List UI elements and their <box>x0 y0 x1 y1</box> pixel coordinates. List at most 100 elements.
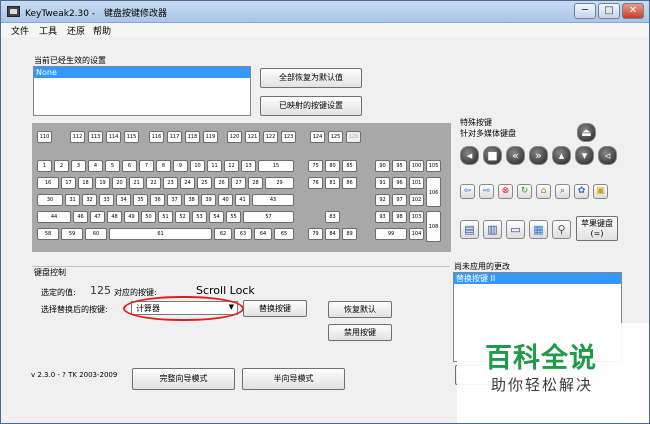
key-114[interactable]: 114 <box>106 131 121 143</box>
mute-icon[interactable]: ◃ <box>598 146 617 165</box>
key-20[interactable]: 20 <box>112 177 127 189</box>
full-wizard-button[interactable]: 完整向导模式 <box>132 368 235 390</box>
key-38[interactable]: 38 <box>184 194 199 206</box>
key-126[interactable]: 126 <box>346 131 361 143</box>
key-60[interactable]: 60 <box>85 228 107 240</box>
calculator-icon[interactable]: ▦ <box>529 220 548 239</box>
key-33[interactable]: 33 <box>99 194 114 206</box>
media-player-icon[interactable]: ▥ <box>483 220 502 239</box>
key-40[interactable]: 40 <box>218 194 233 206</box>
key-9[interactable]: 9 <box>173 160 188 172</box>
key-80[interactable]: 80 <box>325 160 340 172</box>
key-25[interactable]: 25 <box>197 177 212 189</box>
menu-help[interactable]: 帮助 <box>93 24 111 37</box>
key-55[interactable]: 55 <box>226 211 241 223</box>
key-91[interactable]: 91 <box>375 177 390 189</box>
key-93[interactable]: 93 <box>375 211 390 223</box>
key-121[interactable]: 121 <box>245 131 260 143</box>
key-99[interactable]: 99 <box>375 228 407 240</box>
my-computer-icon[interactable]: ▭ <box>506 220 525 239</box>
key-37[interactable]: 37 <box>167 194 182 206</box>
key-52[interactable]: 52 <box>175 211 190 223</box>
key-85[interactable]: 85 <box>342 160 357 172</box>
key-44[interactable]: 44 <box>37 211 71 223</box>
key-79[interactable]: 79 <box>308 228 323 240</box>
media-stop-icon[interactable]: ■ <box>483 146 502 165</box>
volume-up-icon[interactable]: ▴ <box>552 146 571 165</box>
restore-default-button[interactable]: 恢复默认 <box>328 301 392 318</box>
key-112[interactable]: 112 <box>70 131 85 143</box>
key-39[interactable]: 39 <box>201 194 216 206</box>
key-18[interactable]: 18 <box>78 177 93 189</box>
key-6[interactable]: 6 <box>122 160 137 172</box>
media-forward-icon[interactable]: » <box>529 146 548 165</box>
key-61[interactable]: 61 <box>109 228 212 240</box>
key-102[interactable]: 102 <box>409 194 424 206</box>
key-30[interactable]: 30 <box>37 194 63 206</box>
favorites-icon[interactable]: ✿ <box>574 184 589 199</box>
half-wizard-button[interactable]: 半向导模式 <box>242 368 345 390</box>
key-27[interactable]: 27 <box>231 177 246 189</box>
refresh-icon[interactable]: ↻ <box>517 184 532 199</box>
key-16[interactable]: 16 <box>37 177 59 189</box>
magnifier-icon[interactable]: ⚲ <box>552 220 571 239</box>
key-98[interactable]: 98 <box>392 211 407 223</box>
key-65[interactable]: 65 <box>274 228 294 240</box>
key-89[interactable]: 89 <box>342 228 357 240</box>
key-64[interactable]: 64 <box>254 228 272 240</box>
stop-icon[interactable]: ⊗ <box>498 184 513 199</box>
key-23[interactable]: 23 <box>163 177 178 189</box>
key-24[interactable]: 24 <box>180 177 195 189</box>
key-86[interactable]: 86 <box>342 177 357 189</box>
media-prev-icon[interactable]: ◂ <box>460 146 479 165</box>
key-8[interactable]: 8 <box>156 160 171 172</box>
key-15[interactable]: 15 <box>258 160 294 172</box>
key-22[interactable]: 22 <box>146 177 161 189</box>
list-item[interactable]: None <box>34 67 250 78</box>
key-11[interactable]: 11 <box>207 160 222 172</box>
current-settings-list[interactable]: None <box>33 66 251 116</box>
key-21[interactable]: 21 <box>129 177 144 189</box>
key-7[interactable]: 7 <box>139 160 154 172</box>
key-103[interactable]: 103 <box>409 211 424 223</box>
key-31[interactable]: 31 <box>65 194 80 206</box>
key-35[interactable]: 35 <box>133 194 148 206</box>
eject-icon[interactable]: ⏏ <box>577 123 596 142</box>
key-97[interactable]: 97 <box>392 194 407 206</box>
key-5[interactable]: 5 <box>105 160 120 172</box>
key-75[interactable]: 75 <box>308 160 323 172</box>
key-122[interactable]: 122 <box>263 131 278 143</box>
mapped-keys-button[interactable]: 已映射的按键设置 <box>260 96 362 116</box>
key-108[interactable]: 108 <box>426 211 441 242</box>
volume-down-icon[interactable]: ▾ <box>575 146 594 165</box>
key-51[interactable]: 51 <box>158 211 173 223</box>
key-1[interactable]: 1 <box>37 160 52 172</box>
restore-all-button[interactable]: 全部恢复为默认值 <box>260 68 362 88</box>
key-48[interactable]: 48 <box>107 211 122 223</box>
key-43[interactable]: 43 <box>252 194 294 206</box>
key-125[interactable]: 125 <box>328 131 343 143</box>
key-95[interactable]: 95 <box>392 160 407 172</box>
key-115[interactable]: 115 <box>124 131 139 143</box>
key-53[interactable]: 53 <box>192 211 207 223</box>
key-19[interactable]: 19 <box>95 177 110 189</box>
key-117[interactable]: 117 <box>167 131 182 143</box>
key-54[interactable]: 54 <box>209 211 224 223</box>
back-arrow-icon[interactable]: ⇦ <box>460 184 475 199</box>
home-icon[interactable]: ⌂ <box>536 184 551 199</box>
key-3[interactable]: 3 <box>71 160 86 172</box>
key-17[interactable]: 17 <box>61 177 76 189</box>
key-41[interactable]: 41 <box>235 194 250 206</box>
key-116[interactable]: 116 <box>149 131 164 143</box>
key-59[interactable]: 59 <box>61 228 83 240</box>
key-36[interactable]: 36 <box>150 194 165 206</box>
maximize-button[interactable]: □ <box>598 3 620 19</box>
key-63[interactable]: 63 <box>234 228 252 240</box>
key-12[interactable]: 12 <box>224 160 239 172</box>
key-58[interactable]: 58 <box>37 228 59 240</box>
key-90[interactable]: 90 <box>375 160 390 172</box>
key-62[interactable]: 62 <box>214 228 232 240</box>
key-124[interactable]: 124 <box>310 131 325 143</box>
apple-keyboard-button[interactable]: 苹果键盘 (=) <box>576 216 618 241</box>
menu-restore[interactable]: 还原 <box>67 24 85 37</box>
